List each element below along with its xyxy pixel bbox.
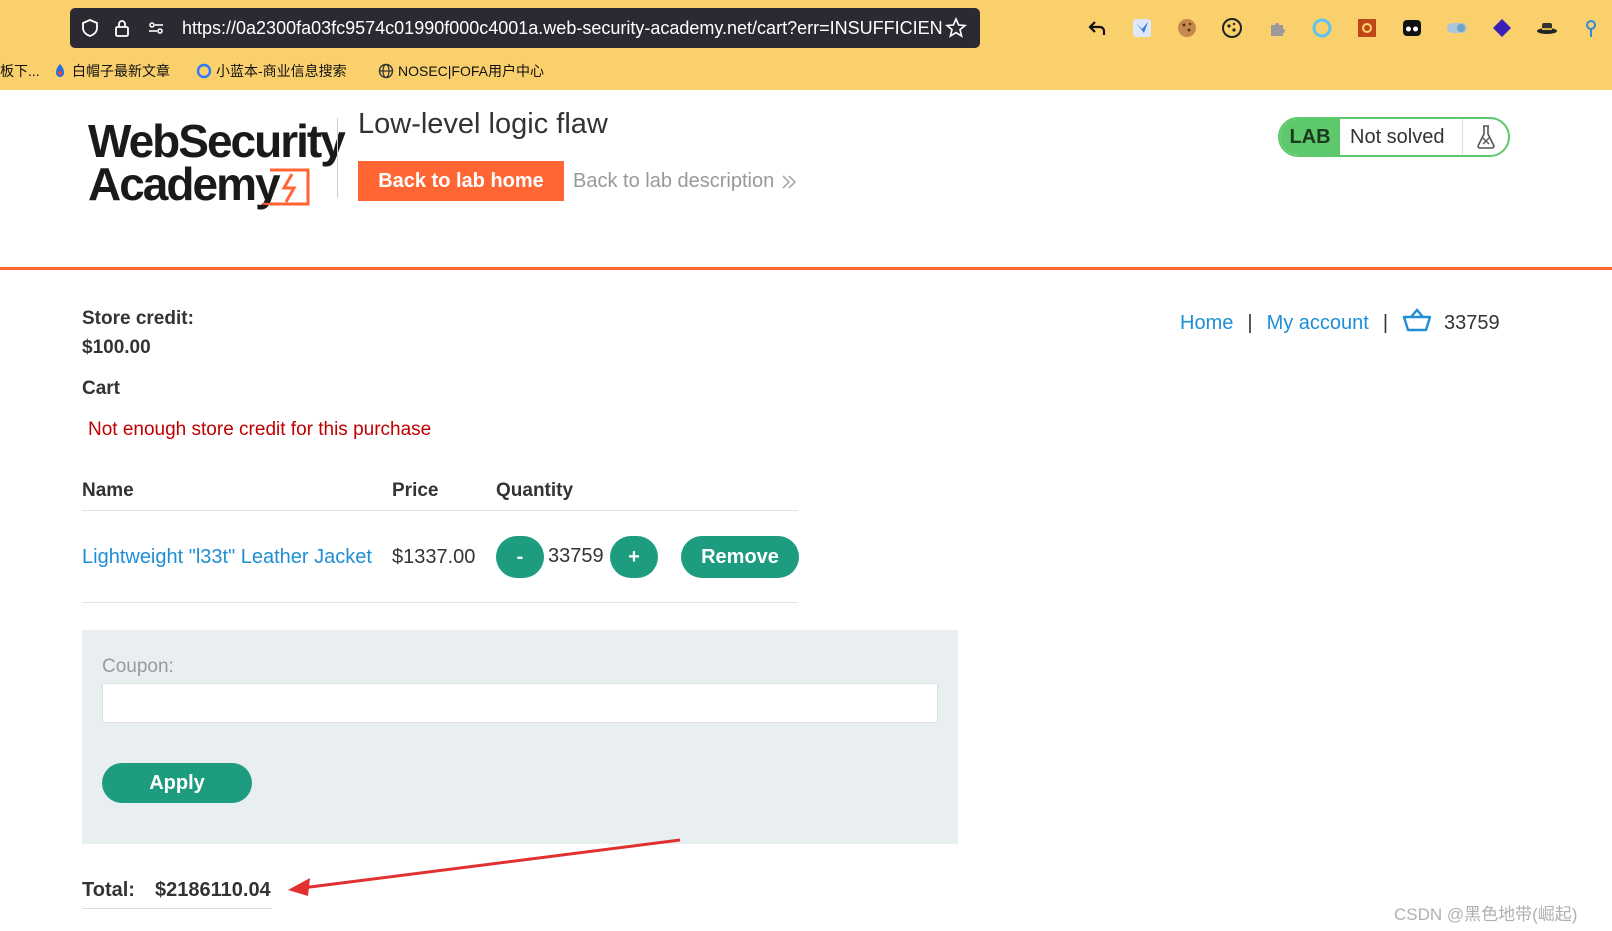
lab-status-text: Not solved [1340,119,1463,155]
url-text[interactable]: https://0a2300fa03fc9574c01990f000c4001a… [182,18,942,39]
hat-icon[interactable] [1536,17,1558,39]
puzzle-icon[interactable] [1266,17,1288,39]
cart-heading: Cart [82,378,121,399]
nav-separator: | [1247,311,1253,334]
cart-basket-icon[interactable] [1402,308,1432,338]
error-message: Not enough store credit for this purchas… [88,419,432,440]
whitehat-icon [56,64,64,77]
address-bar[interactable]: https://0a2300fa03fc9574c01990f000c4001a… [70,8,980,48]
coupon-input[interactable] [102,683,938,723]
cookie-icon[interactable] [1176,17,1198,39]
increase-quantity-button[interactable]: + [610,536,658,578]
quantity-value: 33759 [548,545,604,567]
lab-badge: LAB [1280,119,1340,155]
table-divider [82,602,798,603]
header-separator [0,267,1612,270]
product-price: $1337.00 [392,546,476,568]
red-annotation-arrow [288,838,681,896]
bookmark-item[interactable]: 小蓝本-商业信息搜索 [196,61,347,81]
cookie-editor-icon[interactable] [1221,17,1243,39]
coupon-form: Coupon: Apply [82,630,958,844]
back-to-lab-home-button[interactable]: Back to lab home [358,161,564,201]
lightning-bolt-icon [262,168,310,206]
bookmark-label[interactable]: NOSEC|FOFA用户中心 [398,61,544,81]
flask-icon [1463,119,1508,155]
total-value: $2186110.04 [155,879,271,901]
decrease-quantity-button[interactable]: - [496,536,544,578]
bookmark-label[interactable]: 白帽子最新文章 [72,61,170,81]
xiaolanben-icon [196,63,212,79]
table-divider [82,510,798,511]
remove-item-button[interactable]: Remove [681,536,799,578]
coupon-label: Coupon: [102,656,174,677]
bookmark-item[interactable]: 白帽子最新文章 [52,61,170,81]
product-name-link[interactable]: Lightweight "l33t" Leather Jacket [82,546,372,569]
store-credit-value: $100.00 [82,337,151,358]
bird-icon[interactable] [1131,17,1153,39]
bookmark-star-icon[interactable] [944,16,968,45]
top-navigation: Home | My account | 33759 [1180,308,1500,338]
shield-icon[interactable] [80,18,100,38]
gear-box-icon[interactable] [1356,17,1378,39]
toggle-icon[interactable] [1446,17,1468,39]
site-permissions-icon[interactable] [146,18,166,38]
bookmark-item[interactable]: 板下... [0,61,40,81]
glasses-icon[interactable] [1401,17,1423,39]
nav-separator: | [1382,311,1389,334]
store-credit-label: Store credit: [82,308,194,329]
back-arrow-icon[interactable] [1086,17,1108,39]
nav-my-account-link[interactable]: My account [1267,312,1369,335]
circle-icon[interactable] [1311,17,1333,39]
lab-status-widget: LAB Not solved [1278,117,1510,157]
logo-line-2: Academy [88,158,281,210]
back-description-label[interactable]: Back to lab description [573,170,774,193]
csdn-watermark: CSDN @黑色地带(崛起) [1394,905,1578,924]
web-security-academy-logo[interactable]: WebSecurity Academy [86,112,346,210]
lock-icon[interactable] [112,18,132,38]
browser-toolbar: https://0a2300fa03fc9574c01990f000c4001a… [0,0,1612,90]
pin-icon[interactable] [1580,17,1602,39]
cube-icon[interactable] [1491,17,1513,39]
bookmark-label[interactable]: 小蓝本-商业信息搜索 [216,61,347,81]
bookmark-item[interactable]: NOSEC|FOFA用户中心 [378,61,544,81]
cart-count[interactable]: 33759 [1444,312,1500,335]
bookmark-label[interactable]: 板下... [0,61,40,81]
back-to-lab-description-link[interactable]: Back to lab description [573,170,798,193]
total-label: Total: [82,879,135,901]
header-divider [337,118,338,198]
lab-title: Low-level logic flaw [358,108,608,140]
column-header-quantity: Quantity [496,480,574,501]
double-chevron-right-icon [782,174,797,189]
nav-home-link[interactable]: Home [1180,312,1233,335]
total-underline [82,908,272,909]
column-header-price: Price [392,480,439,501]
column-header-name: Name [82,480,134,501]
globe-icon [378,63,394,79]
apply-coupon-button[interactable]: Apply [102,763,252,803]
